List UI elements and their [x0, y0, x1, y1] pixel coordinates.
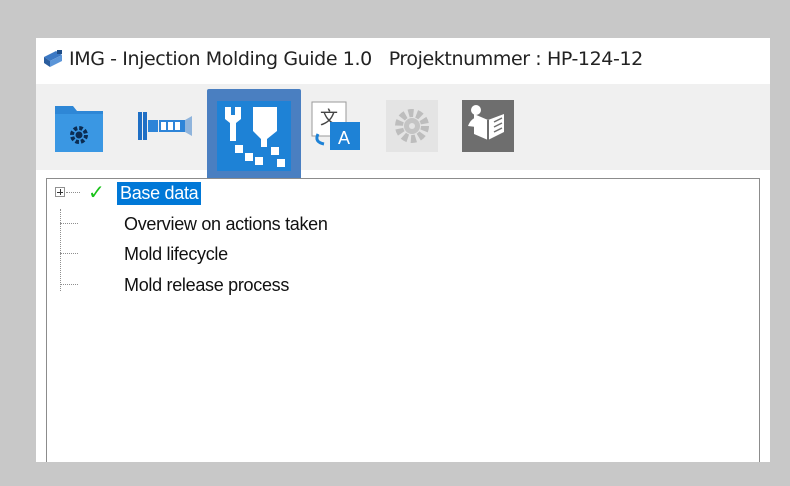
gear-icon	[384, 98, 440, 154]
toolbar: 文 A	[36, 84, 770, 183]
checkmark-icon: ✓	[88, 180, 105, 204]
tree-item-mold-lifecycle[interactable]: Mold lifecycle	[47, 240, 747, 268]
machine-button[interactable]	[130, 98, 192, 154]
tree-item-label: Mold release process	[124, 275, 290, 295]
tool-process-icon	[217, 101, 291, 171]
manual-icon	[460, 98, 516, 154]
tree-item-mold-release[interactable]: Mold release process	[47, 271, 747, 299]
help-button[interactable]	[460, 98, 516, 154]
tools-button[interactable]	[207, 89, 301, 183]
svg-text:A: A	[338, 128, 350, 148]
open-project-button[interactable]	[51, 98, 107, 154]
language-button[interactable]: 文 A	[308, 98, 364, 154]
tree-item-base-data[interactable]: ✓ Base data	[47, 179, 747, 207]
main-window: IMG - Injection Molding Guide 1.0 Projek…	[36, 38, 770, 462]
screenshot-frame: IMG - Injection Molding Guide 1.0 Projek…	[18, 18, 770, 462]
tree-view[interactable]: ✓ Base data Overview on actions taken Mo…	[46, 178, 760, 462]
translate-icon: 文 A	[308, 98, 364, 154]
tree-item-label: Overview on actions taken	[124, 214, 328, 234]
tree-item-overview-actions[interactable]: Overview on actions taken	[47, 210, 747, 238]
tree-item-label: Base data	[117, 182, 202, 205]
window-title: IMG - Injection Molding Guide 1.0 Projek…	[69, 48, 643, 70]
tree-item-label: Mold lifecycle	[124, 244, 228, 264]
title-bar: IMG - Injection Molding Guide 1.0 Projek…	[36, 38, 770, 84]
img-app-icon	[42, 49, 64, 69]
injection-unit-icon	[130, 98, 192, 154]
expand-plus-icon[interactable]	[55, 187, 65, 197]
settings-button[interactable]	[384, 98, 440, 154]
folder-gear-icon	[51, 98, 107, 158]
